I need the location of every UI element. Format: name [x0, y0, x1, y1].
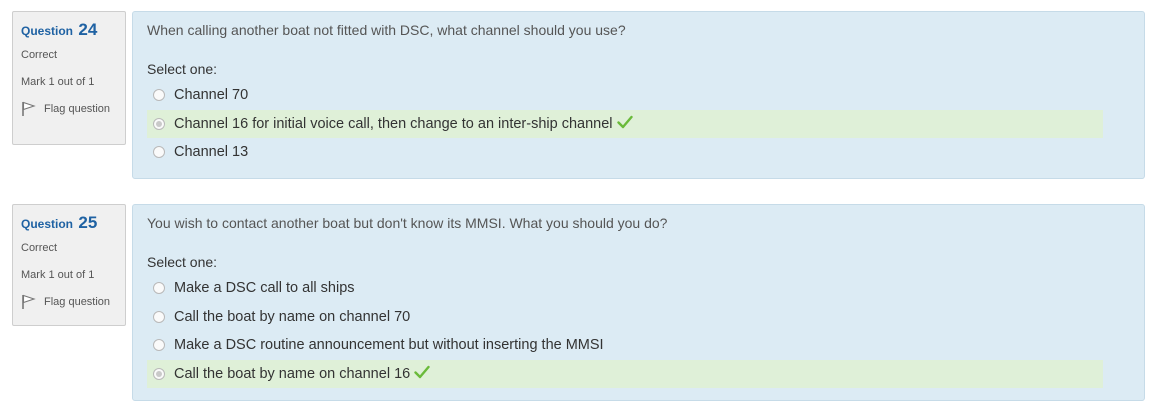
flag-question-button[interactable]: Flag question: [21, 101, 117, 117]
flag-icon: [21, 294, 36, 310]
radio-button-selected[interactable]: [153, 117, 165, 130]
answer-option[interactable]: Make a DSC call to all ships: [147, 274, 1103, 303]
question-state: Correct: [21, 242, 58, 254]
question-text: When calling another boat not fitted wit…: [147, 22, 626, 38]
question-number-value: 25: [78, 213, 98, 232]
question-text: You wish to contact another boat but don…: [147, 215, 668, 231]
question-state: Correct: [21, 49, 58, 61]
answer-option[interactable]: Call the boat by name on channel 70: [147, 303, 1103, 332]
answer-option-correct[interactable]: Channel 16 for initial voice call, then …: [147, 109, 1103, 138]
question-grade: Mark 1 out of 1: [21, 269, 95, 281]
flag-question-button[interactable]: Flag question: [21, 294, 117, 310]
question-number: Question 25: [21, 213, 117, 233]
question-number-value: 24: [78, 20, 98, 39]
question-info-panel: Question 25 Correct Mark 1 out of 1 Flag…: [12, 204, 126, 326]
answer-option[interactable]: Channel 70: [147, 81, 1103, 110]
radio-button-selected[interactable]: [153, 367, 165, 380]
question-label: Question: [21, 24, 74, 38]
select-one-prompt: Select one:: [147, 254, 218, 270]
flag-question-label: Flag question: [44, 296, 111, 308]
checkmark-icon: [414, 365, 430, 383]
radio-button[interactable]: [153, 146, 165, 159]
flag-icon: [21, 101, 36, 117]
radio-button[interactable]: [153, 310, 165, 323]
question-number: Question 24: [21, 20, 117, 40]
radio-button[interactable]: [153, 339, 165, 352]
answer-option-label: Call the boat by name on channel 70: [174, 308, 411, 325]
radio-button[interactable]: [153, 282, 165, 295]
question-info-panel: Question 24 Correct Mark 1 out of 1 Flag…: [12, 11, 126, 145]
question-grade: Mark 1 out of 1: [21, 76, 95, 88]
answer-option-label: Channel 70: [174, 87, 249, 104]
answer-option[interactable]: Make a DSC routine announcement but with…: [147, 331, 1103, 360]
answer-options: Channel 70 Channel 16 for initial voice …: [147, 81, 1130, 167]
question-content: You wish to contact another boat but don…: [132, 204, 1145, 401]
answer-option-label: Make a DSC routine announcement but with…: [174, 337, 604, 354]
select-one-prompt: Select one:: [147, 61, 218, 77]
answer-option[interactable]: Channel 13: [147, 138, 1103, 167]
flag-question-label: Flag question: [44, 103, 111, 115]
answer-option-label: Channel 16 for initial voice call, then …: [174, 115, 613, 132]
answer-option-label: Make a DSC call to all ships: [174, 280, 355, 297]
answer-options: Make a DSC call to all ships Call the bo…: [147, 274, 1130, 388]
answer-option-label: Channel 13: [174, 144, 249, 161]
question-label: Question: [21, 217, 74, 231]
checkmark-icon: [616, 115, 633, 133]
answer-option-label: Call the boat by name on channel 16: [174, 365, 411, 382]
answer-option-correct[interactable]: Call the boat by name on channel 16: [147, 359, 1103, 388]
question-content: When calling another boat not fitted wit…: [132, 11, 1145, 179]
radio-button[interactable]: [153, 89, 165, 102]
